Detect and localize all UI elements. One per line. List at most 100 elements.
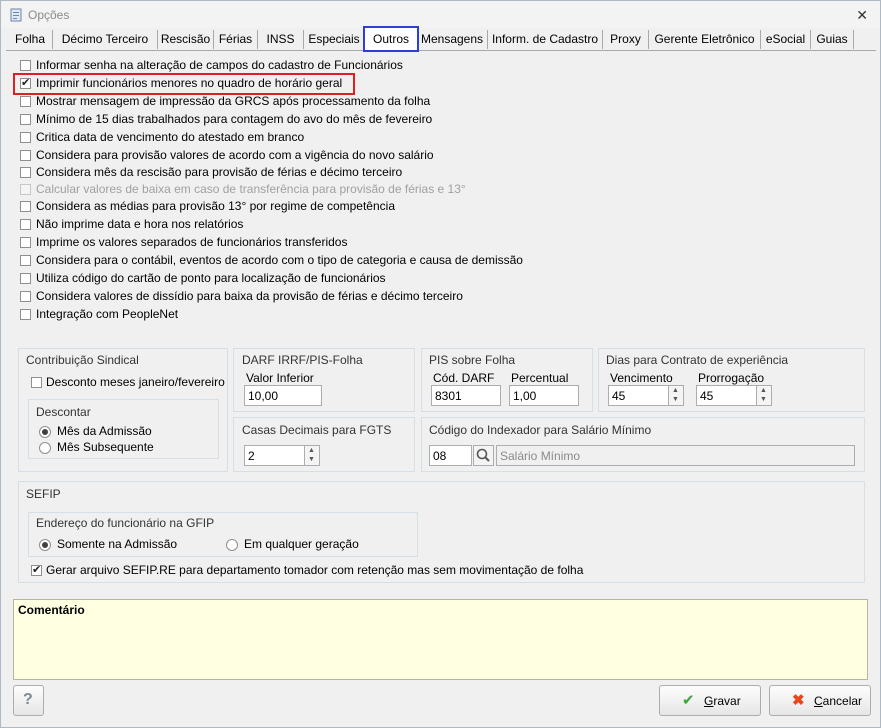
radio-somente-admissao-label[interactable]: Somente na Admissão [57, 537, 177, 551]
options-window: Opções ✕ Folha Décimo Terceiro Rescisão … [0, 0, 881, 728]
contribuicao-sindical-group: Contribuição Sindical Desconto meses jan… [18, 348, 228, 472]
option-label: Calcular valores de baixa em caso de tra… [36, 182, 466, 196]
pis-group: PIS sobre Folha Cód. DARF 8301 Percentua… [421, 348, 593, 412]
radio-mes-admissao-label[interactable]: Mês da Admissão [57, 424, 152, 438]
tab-mensagens[interactable]: Mensagens [417, 30, 488, 49]
vencimento-spinner[interactable]: ▲ ▼ [669, 385, 684, 406]
option-label[interactable]: Mostrar mensagem de impressão da GRCS ap… [36, 94, 430, 108]
indexador-title: Código do Indexador para Salário Mínimo [429, 423, 652, 437]
option-label[interactable]: Imprimir funcionários menores no quadro … [36, 76, 342, 90]
option-label[interactable]: Considera para o contábil, eventos de ac… [36, 253, 523, 267]
tab-gerente-eletronico[interactable]: Gerente Eletrônico [649, 30, 761, 49]
option-label[interactable]: Considera para provisão valores de acord… [36, 148, 434, 162]
cancelar-button[interactable]: ✖ Cancelar [769, 685, 871, 716]
option-checkbox[interactable] [20, 201, 31, 212]
option-checkbox[interactable] [20, 167, 31, 178]
contribuicao-title: Contribuição Sindical [26, 353, 139, 367]
option-checkbox[interactable] [20, 132, 31, 143]
option-checkbox[interactable] [20, 237, 31, 248]
radio-mes-admissao[interactable] [39, 426, 51, 438]
tab-esocial[interactable]: eSocial [761, 30, 811, 49]
option-label[interactable]: Integração com PeopleNet [36, 307, 178, 321]
pis-title: PIS sobre Folha [429, 353, 516, 367]
comment-area[interactable]: Comentário [13, 599, 868, 680]
option-checkbox[interactable] [20, 150, 31, 161]
valor-inferior-input[interactable]: 10,00 [244, 385, 322, 406]
option-checkbox[interactable] [20, 273, 31, 284]
option-checkbox[interactable] [20, 291, 31, 302]
gerar-sefip-label[interactable]: Gerar arquivo SEFIP.RE para departamento… [46, 563, 583, 577]
prorrogacao-label: Prorrogação [698, 371, 765, 385]
close-icon[interactable]: ✕ [856, 7, 868, 24]
prorrogacao-spinner[interactable]: ▲ ▼ [757, 385, 772, 406]
option-label[interactable]: Considera valores de dissídio para baixa… [36, 289, 463, 303]
tab-outros[interactable]: Outros [363, 26, 419, 52]
tab-inss[interactable]: INSS [258, 30, 304, 49]
option-label[interactable]: Utiliza código do cartão de ponto para l… [36, 271, 386, 285]
valor-inferior-label: Valor Inferior [246, 371, 314, 385]
option-checkbox[interactable] [20, 309, 31, 320]
tab-proxy[interactable]: Proxy [603, 30, 649, 49]
help-icon: ? [23, 691, 33, 708]
tab-rescisao[interactable]: Rescisão [158, 30, 214, 49]
spin-up-icon[interactable]: ▲ [308, 447, 315, 455]
sefip-title: SEFIP [26, 487, 61, 501]
help-button[interactable]: ? [13, 685, 44, 716]
desconto-checkbox[interactable] [31, 377, 42, 388]
tab-especiais[interactable]: Especiais [304, 30, 365, 49]
check-icon: ✔ [682, 692, 695, 709]
percentual-label: Percentual [511, 371, 569, 385]
descontar-group: Descontar Mês da Admissão Mês Subsequent… [28, 399, 219, 459]
cancelar-text: ancelar [822, 694, 863, 708]
option-label[interactable]: Imprime os valores separados de funcioná… [36, 235, 347, 249]
desconto-label[interactable]: Desconto meses janeiro/fevereiro [46, 375, 225, 389]
option-checkbox[interactable] [20, 76, 31, 89]
spin-up-icon[interactable]: ▲ [760, 387, 767, 395]
radio-mes-subsequente[interactable] [39, 442, 51, 454]
spin-down-icon[interactable]: ▼ [760, 396, 767, 404]
indexador-code-input[interactable]: 08 [429, 445, 472, 466]
casas-decimais-spinner[interactable]: ▲ ▼ [305, 445, 320, 466]
option-checkbox[interactable] [20, 60, 31, 71]
radio-qualquer-geracao-label[interactable]: Em qualquer geração [244, 537, 359, 551]
radio-mes-subsequente-label[interactable]: Mês Subsequente [57, 440, 154, 454]
option-label[interactable]: Considera mês da rescisão para provisão … [36, 165, 402, 179]
tab-folha[interactable]: Folha [8, 30, 53, 49]
spin-down-icon[interactable]: ▼ [672, 396, 679, 404]
indexador-description: Salário Mínimo [496, 445, 855, 466]
window-title: Opções [28, 8, 70, 22]
endereco-title: Endereço do funcionário na GFIP [36, 516, 215, 530]
spin-up-icon[interactable]: ▲ [672, 387, 679, 395]
tab-inform-cadastro[interactable]: Inform. de Cadastro [488, 30, 603, 49]
tab-decimo-terceiro[interactable]: Décimo Terceiro [53, 30, 158, 49]
app-icon [10, 8, 22, 22]
spin-down-icon[interactable]: ▼ [308, 456, 315, 464]
gravar-text: ravar [713, 694, 741, 708]
tab-bar: Folha Décimo Terceiro Rescisão Férias IN… [6, 26, 876, 52]
dias-contrato-group: Dias para Contrato de experiência Vencim… [598, 348, 865, 412]
cancelar-mnemonic: C [814, 694, 823, 708]
tab-ferias[interactable]: Férias [214, 30, 258, 49]
prorrogacao-input[interactable]: 45 [696, 385, 757, 406]
option-label[interactable]: Informar senha na alteração de campos do… [36, 58, 403, 72]
option-checkbox[interactable] [20, 114, 31, 125]
radio-qualquer-geracao[interactable] [226, 539, 238, 551]
option-label[interactable]: Não imprime data e hora nos relatórios [36, 217, 243, 231]
gravar-button[interactable]: ✔ Gravar [659, 685, 761, 716]
casas-decimais-input[interactable]: 2 [244, 445, 305, 466]
vencimento-input[interactable]: 45 [608, 385, 669, 406]
option-label[interactable]: Critica data de vencimento do atestado e… [36, 130, 304, 144]
gerar-sefip-checkbox[interactable] [31, 563, 42, 576]
radio-somente-admissao[interactable] [39, 539, 51, 551]
option-checkbox[interactable] [20, 219, 31, 230]
percentual-input[interactable]: 1,00 [509, 385, 579, 406]
option-checkbox[interactable] [20, 96, 31, 107]
option-label[interactable]: Considera as médias para provisão 13° po… [36, 199, 395, 213]
option-checkbox[interactable] [20, 255, 31, 266]
option-label[interactable]: Mínimo de 15 dias trabalhados para conta… [36, 112, 432, 126]
endereco-gfip-group: Endereço do funcionário na GFIP Somente … [28, 512, 418, 557]
cod-darf-input[interactable]: 8301 [431, 385, 501, 406]
tab-guias[interactable]: Guias [811, 30, 854, 49]
search-icon[interactable] [473, 445, 494, 466]
comment-label: Comentário [18, 603, 85, 617]
